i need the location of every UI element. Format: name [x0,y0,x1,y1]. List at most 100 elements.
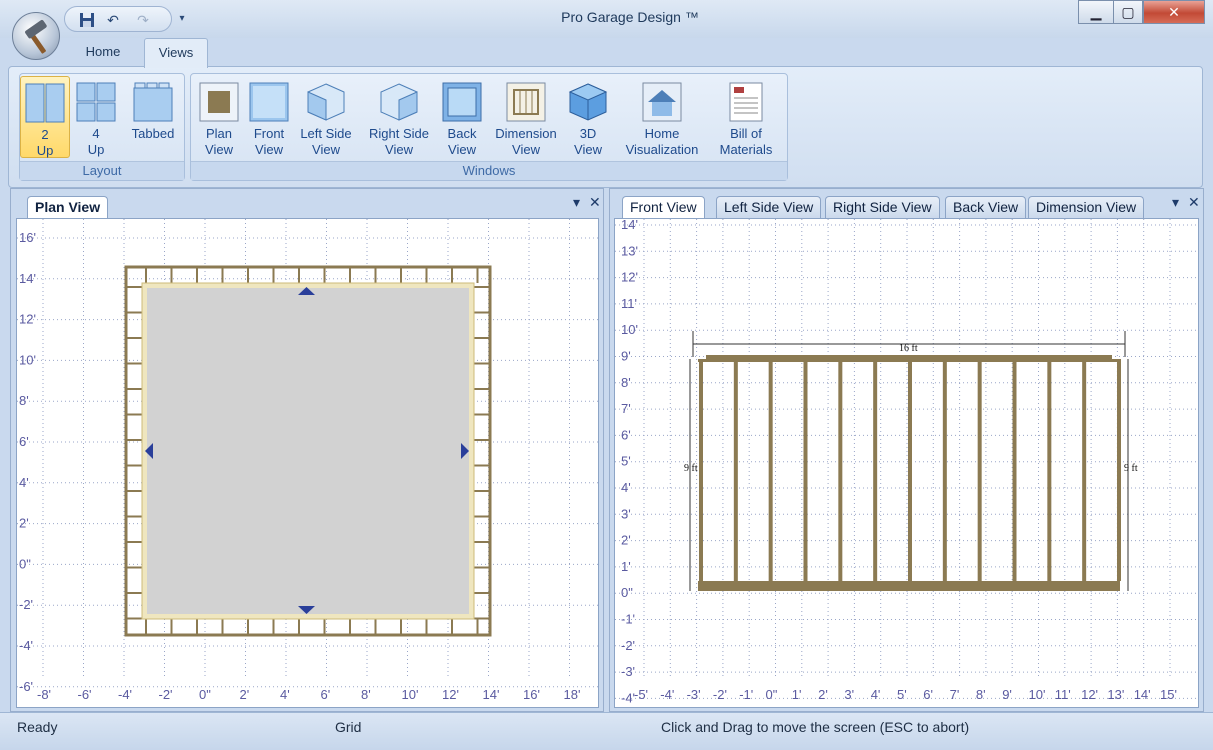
height-dimension-label-left: 9 ft [684,463,698,474]
x-axis-label: -1' [739,687,753,702]
save-icon[interactable] [77,10,97,30]
y-axis-label: 12' [621,270,638,285]
x-axis-label: 9' [1002,687,1012,702]
width-dimension-label: 16 ft [899,343,918,354]
x-axis-label: -4' [118,687,132,702]
right-side-view-icon [380,83,418,121]
windows-group: Plan View Front View Left Side View Righ… [190,73,788,181]
application-menu-button[interactable] [12,12,60,60]
tab-right-side-view[interactable]: Right Side View [825,196,940,218]
plan-view-button[interactable]: Plan View [195,76,243,158]
x-axis-label: 8' [976,687,986,702]
bottom-plate [698,581,1120,591]
3d-view-label: 3D View [574,126,602,157]
status-mode: Grid [335,719,362,735]
left-side-view-button[interactable]: Left Side View [297,76,355,158]
x-axis-label: 6' [923,687,933,702]
plan-drawing[interactable]: 16' 14' 12' 10' 8' 6' 4' 2' 0" -2' -4' -6' -8' -6' -4'… [17,219,599,708]
y-axis-label: 2' [621,533,631,548]
top-plate [706,355,1112,359]
home-visualization-button[interactable]: Home Visualization [619,76,705,158]
pane-close-icon[interactable]: ✕ [1188,194,1200,211]
wall-stud [1047,359,1052,581]
y-axis-label: 10' [621,322,638,337]
y-axis-label: 5' [621,454,631,469]
x-axis-label: 3' [844,687,854,702]
tab-left-side-view[interactable]: Left Side View [716,196,822,218]
back-view-button[interactable]: Back View [439,76,485,158]
tabbed-button[interactable]: Tabbed [124,76,182,158]
x-axis-label: -6' [78,687,92,702]
bill-of-materials-icon [729,82,763,122]
status-ready: Ready [17,719,58,735]
ribbon-panel: 2 Up 4 Up Tabbed Layout Plan View Front … [8,66,1203,188]
x-axis-label: -5' [634,687,648,702]
x-axis-label: -4' [660,687,674,702]
x-axis-label: -2' [713,687,727,702]
tab-home[interactable]: Home [72,40,134,66]
y-axis-label: 1' [621,559,631,574]
y-axis-label: 7' [621,401,631,416]
bill-of-materials-button[interactable]: Bill of Materials [713,76,779,158]
x-axis-label: 11' [1055,687,1071,702]
wall-stud [733,359,738,581]
tab-front-view[interactable]: Front View [622,196,705,218]
tab-dimension-view[interactable]: Dimension View [1028,196,1145,218]
y-axis-label: 9' [621,349,631,364]
right-side-view-button[interactable]: Right Side View [363,76,435,158]
x-axis-label: -8' [37,687,51,702]
y-axis-label: 14' [621,219,638,232]
redo-icon[interactable]: ↷ [133,10,153,30]
dimension-view-label: Dimension View [495,126,557,157]
customize-dropdown-icon[interactable]: ▾ [172,9,192,29]
y-axis-label: 0" [621,585,633,600]
x-axis-label: 13' [1107,687,1124,702]
two-up-label: 2 Up [36,127,54,158]
bill-of-materials-label: Bill of Materials [719,126,773,157]
back-view-label: Back View [447,126,477,157]
3d-view-button[interactable]: 3D View [565,76,611,158]
pane-menu-icon[interactable]: ▾ [1172,194,1179,211]
pane-menu-icon[interactable]: ▾ [573,194,580,211]
tab-plan-view[interactable]: Plan View [27,196,109,218]
x-axis-label: -2' [159,687,173,702]
y-axis-label: 4' [621,480,631,495]
x-axis-label: 16' [523,687,540,702]
y-axis-label: 12' [19,312,36,327]
two-up-button[interactable]: 2 Up [20,76,70,158]
plan-canvas[interactable]: 16' 14' 12' 10' 8' 6' 4' 2' 0" -2' -4' -6' -8' -6' -4'… [16,218,599,708]
tab-views[interactable]: Views [144,38,208,68]
wall-stud [803,359,808,581]
four-up-button[interactable]: 4 Up [72,76,120,158]
undo-icon[interactable]: ↶ [103,10,123,30]
minimize-button[interactable]: ▁ [1078,0,1114,24]
home-visualization-label: Home Visualization [625,126,699,157]
four-up-label: 4 Up [87,126,105,157]
x-axis-label: 8' [361,687,371,702]
y-axis-label: 6' [621,427,631,442]
x-axis-label: 7' [950,687,960,702]
y-axis-label: 11' [621,296,637,311]
wall-stud [838,359,843,581]
dimension-view-icon [506,82,546,122]
y-axis-label: -2' [19,597,33,612]
x-axis-label: 0" [766,687,778,702]
maximize-button[interactable]: ▢ [1113,0,1143,24]
tab-back-view[interactable]: Back View [945,196,1027,218]
tabbed-layout-icon [133,82,173,122]
y-axis-label: 3' [621,506,631,521]
wall-stud [908,359,912,581]
layout-group: 2 Up 4 Up Tabbed Layout [19,73,185,181]
front-canvas[interactable]: 14' 13' 12' 11' 10' 9' 8' 7' 6' 5' 4' 3' 2' 1' 0" -1' -2… [614,218,1199,708]
x-axis-label: 14' [1134,687,1151,702]
front-view-pane: Front View Left Side View Right Side Vie… [609,188,1204,712]
status-hint: Click and Drag to move the screen (ESC t… [661,719,970,735]
plan-view-label: Plan View [205,126,233,157]
wall-stud [1082,359,1087,581]
dimension-view-button[interactable]: Dimension View [491,76,561,158]
pane-close-icon[interactable]: ✕ [589,194,601,211]
front-drawing[interactable]: 14' 13' 12' 11' 10' 9' 8' 7' 6' 5' 4' 3' 2' 1' 0" -1' -2… [615,219,1199,708]
windows-group-label: Windows [191,161,787,180]
close-button[interactable]: ✕ [1143,0,1205,24]
front-view-button[interactable]: Front View [245,76,293,158]
